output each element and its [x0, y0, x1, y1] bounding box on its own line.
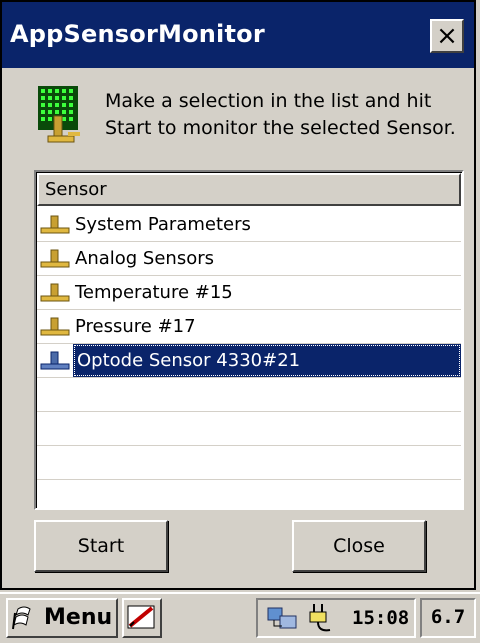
app-window: AppSensorMonitor × Make a selection in t…: [0, 0, 476, 590]
list-item[interactable]: Temperature #15: [37, 276, 461, 310]
sensor-list-rows: System Parameters Analog Sensors Tempera…: [37, 208, 461, 480]
list-item-label: Pressure #17: [75, 316, 196, 337]
close-button[interactable]: Close: [292, 520, 426, 572]
sensor-icon: [40, 215, 70, 234]
list-item-label: Analog Sensors: [75, 248, 214, 269]
list-item-label: System Parameters: [75, 214, 251, 235]
empty-row: [37, 446, 461, 480]
start-menu-button[interactable]: Menu: [6, 598, 118, 638]
close-window-button[interactable]: ×: [430, 19, 464, 53]
network-icon[interactable]: [266, 604, 300, 632]
sensor-icon: [40, 317, 70, 336]
empty-row: [37, 378, 461, 412]
list-item[interactable]: Analog Sensors: [37, 242, 461, 276]
clock[interactable]: 15:08: [352, 607, 409, 629]
list-item-selected[interactable]: Optode Sensor 4330#21: [37, 344, 461, 378]
input-panel-button[interactable]: [122, 598, 162, 638]
window-title: AppSensorMonitor: [10, 20, 265, 48]
version-indicator: 6.7: [420, 598, 476, 638]
sensor-icon: [40, 283, 70, 302]
sensor-grid-icon: [38, 86, 80, 143]
sensor-list[interactable]: Sensor System Parameters Analog Sensors …: [34, 170, 464, 510]
list-item[interactable]: Pressure #17: [37, 310, 461, 344]
menu-label: Menu: [44, 605, 113, 630]
empty-row: [37, 412, 461, 446]
column-header-sensor[interactable]: Sensor: [37, 173, 461, 206]
pen-input-icon: [127, 605, 155, 629]
instructions-text: Make a selection in the list and hit Sta…: [105, 90, 456, 139]
list-item-label: Optode Sensor 4330#21: [73, 344, 461, 377]
list-item[interactable]: System Parameters: [37, 208, 461, 242]
title-bar: AppSensorMonitor ×: [2, 2, 474, 68]
start-button[interactable]: Start: [34, 520, 168, 572]
power-plug-icon[interactable]: [308, 602, 338, 634]
sensor-icon: [40, 351, 70, 370]
windows-flag-icon: [12, 606, 31, 630]
list-item-label: Temperature #15: [75, 282, 233, 303]
system-tray: 15:08: [256, 598, 416, 638]
taskbar: Menu 15:08 6.7: [0, 592, 480, 643]
sensor-icon: [40, 249, 70, 268]
